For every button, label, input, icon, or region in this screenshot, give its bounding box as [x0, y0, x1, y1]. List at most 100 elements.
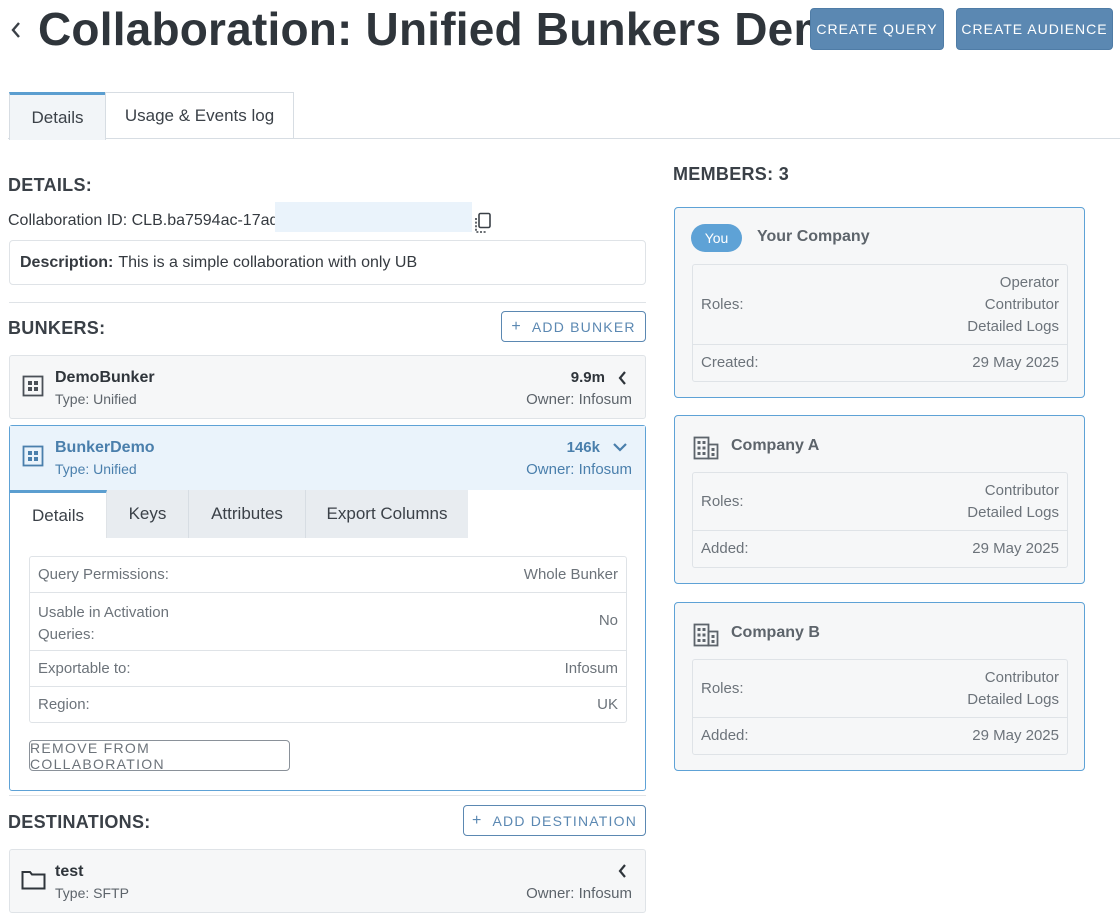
- roles-row: Roles: Operator Contributor Detailed Log…: [693, 265, 1067, 345]
- bunker-owner: Owner: Infosum: [526, 461, 632, 478]
- role: Contributor: [984, 296, 1059, 313]
- create-query-button[interactable]: CREATE QUERY: [810, 8, 944, 50]
- row-key: Query Permissions:: [38, 566, 169, 583]
- member-details: Roles: Contributor Detailed Logs Added: …: [692, 659, 1068, 755]
- date-row: Added: 29 May 2025: [693, 718, 1067, 754]
- role: Contributor: [984, 482, 1059, 499]
- member-card-company-b: Company B Roles: Contributor Detailed Lo…: [674, 602, 1085, 771]
- plus-icon: +: [471, 811, 483, 829]
- bunker-size: 9.9m: [570, 369, 605, 386]
- bunker-name: DemoBunker: [55, 369, 155, 386]
- remove-from-collaboration-button[interactable]: REMOVE FROM COLLABORATION: [29, 740, 290, 772]
- members-heading: MEMBERS: 3: [673, 164, 790, 184]
- destination-name: test: [55, 863, 84, 880]
- table-row: Exportable to: Infosum: [30, 651, 626, 687]
- member-details: Roles: Contributor Detailed Logs Added: …: [692, 472, 1068, 568]
- add-destination-label: ADD DESTINATION: [492, 812, 638, 829]
- table-row: Region: UK: [30, 687, 626, 722]
- create-audience-button[interactable]: CREATE AUDIENCE: [956, 8, 1113, 50]
- destination-card-test[interactable]: test Type: SFTP Owner: Infosum: [9, 849, 646, 913]
- date-row: Created: 29 May 2025: [693, 345, 1067, 381]
- role: Operator: [999, 274, 1059, 291]
- chevron-left-icon: [11, 22, 20, 38]
- details-heading: DETAILS:: [8, 175, 93, 195]
- description-value: This is a simple collaboration with only…: [118, 253, 418, 271]
- destinations-heading: DESTINATIONS:: [8, 812, 151, 832]
- chevron-left-icon[interactable]: [617, 863, 627, 879]
- page-title: Collaboration: Unified Bunkers Demo: [38, 3, 863, 55]
- date-label: Added:: [701, 727, 749, 744]
- bunker-card-demobunker[interactable]: DemoBunker Type: Unified 9.9m Owner: Inf…: [9, 355, 646, 419]
- destination-owner: Owner: Infosum: [526, 885, 632, 902]
- description-box: Description: This is a simple collaborat…: [9, 240, 646, 285]
- tab-export-columns[interactable]: Export Columns: [306, 490, 468, 538]
- destination-type: Type: SFTP: [55, 885, 129, 901]
- roles-row: Roles: Contributor Detailed Logs: [693, 660, 1067, 718]
- bunker-size: 146k: [566, 439, 600, 456]
- folder-icon: [21, 871, 46, 890]
- date-label: Added:: [701, 540, 749, 557]
- bunker-owner: Owner: Infosum: [526, 391, 632, 408]
- date-value: 29 May 2025: [972, 727, 1059, 744]
- role: Detailed Logs: [967, 318, 1059, 335]
- tab-usage-events-log[interactable]: Usage & Events log: [105, 92, 294, 139]
- building-icon: [693, 436, 719, 460]
- member-name: Company B: [731, 624, 820, 641]
- bunker-tabs: Details Keys Attributes Export Columns: [10, 490, 468, 538]
- date-label: Created:: [701, 354, 759, 371]
- collaboration-id-redacted: [275, 202, 472, 232]
- member-card-company-a: Company A Roles: Contributor Detailed Lo…: [674, 415, 1085, 584]
- roles-row: Roles: Contributor Detailed Logs: [693, 473, 1067, 531]
- grid-icon: [22, 375, 44, 397]
- add-bunker-label: ADD BUNKER: [531, 318, 636, 335]
- chevron-left-icon[interactable]: [617, 370, 627, 386]
- tab-keys[interactable]: Keys: [107, 490, 189, 538]
- bunker-name: BunkerDemo: [55, 439, 155, 456]
- plus-icon: +: [511, 317, 522, 335]
- member-details: Roles: Operator Contributor Detailed Log…: [692, 264, 1068, 382]
- row-value: UK: [597, 696, 618, 713]
- bunker-type: Type: Unified: [55, 391, 137, 407]
- roles-label: Roles:: [701, 493, 744, 510]
- tab-attributes[interactable]: Attributes: [189, 490, 306, 538]
- roles-label: Roles:: [701, 680, 744, 697]
- chevron-down-icon[interactable]: [612, 441, 628, 453]
- tab-details[interactable]: Details: [9, 92, 106, 140]
- collaboration-id: Collaboration ID: CLB.ba7594ac-17ad-: [8, 212, 284, 229]
- roles-label: Roles:: [701, 296, 744, 313]
- divider: [9, 795, 646, 796]
- copy-icon[interactable]: [473, 212, 493, 234]
- row-key: Usable in Activation Queries:: [38, 604, 169, 643]
- table-row: Query Permissions: Whole Bunker: [30, 557, 626, 593]
- role: Contributor: [984, 669, 1059, 686]
- roles-list: Operator Contributor Detailed Logs: [967, 272, 1059, 338]
- roles-list: Contributor Detailed Logs: [967, 480, 1059, 524]
- table-row: Usable in Activation Queries: No: [30, 593, 626, 651]
- add-bunker-button[interactable]: + ADD BUNKER: [501, 311, 646, 342]
- tab-bunker-details[interactable]: Details: [10, 490, 107, 538]
- bunkers-heading: BUNKERS:: [8, 318, 106, 338]
- building-icon: [693, 623, 719, 647]
- bunker-type: Type: Unified: [55, 461, 137, 477]
- date-value: 29 May 2025: [972, 354, 1059, 371]
- row-value: Whole Bunker: [523, 566, 618, 583]
- permissions-table: Query Permissions: Whole Bunker Usable i…: [29, 556, 627, 723]
- member-name: Company A: [731, 437, 820, 454]
- role: Detailed Logs: [967, 691, 1059, 708]
- member-card-your-company: You Your Company Roles: Operator Contrib…: [674, 207, 1085, 398]
- date-value: 29 May 2025: [972, 540, 1059, 557]
- row-key: Exportable to:: [38, 660, 131, 677]
- bunker-header[interactable]: BunkerDemo Type: Unified 146k Owner: Inf…: [10, 426, 645, 490]
- add-destination-button[interactable]: + ADD DESTINATION: [463, 805, 646, 836]
- back-button[interactable]: [8, 16, 24, 44]
- bunker-card-bunkerdemo: BunkerDemo Type: Unified 146k Owner: Inf…: [9, 425, 646, 791]
- divider: [9, 302, 646, 303]
- roles-list: Contributor Detailed Logs: [967, 667, 1059, 711]
- row-value: Infosum: [564, 660, 618, 677]
- description-label: Description:: [20, 253, 114, 271]
- row-value: No: [598, 612, 618, 629]
- you-badge: You: [691, 224, 742, 252]
- member-name: Your Company: [757, 228, 870, 245]
- date-row: Added: 29 May 2025: [693, 531, 1067, 567]
- grid-icon: [22, 445, 44, 467]
